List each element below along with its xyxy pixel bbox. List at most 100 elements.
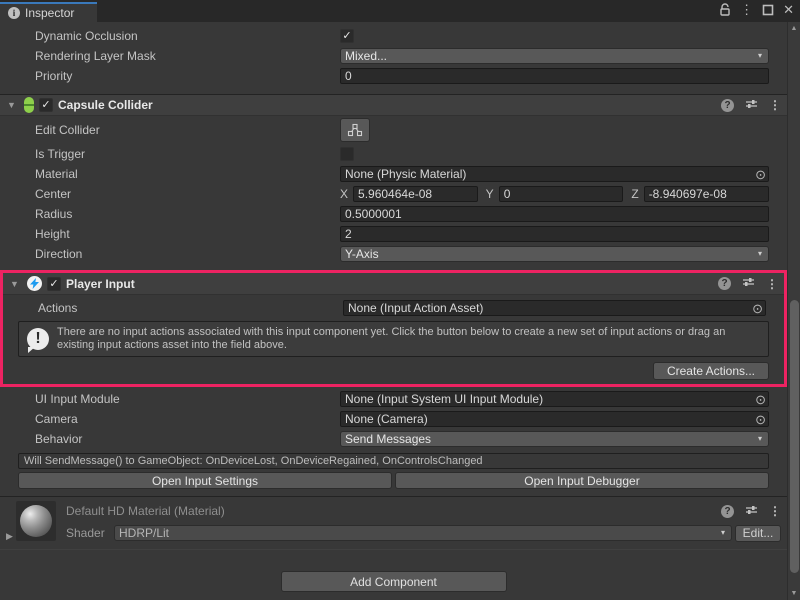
is-trigger-row: Is Trigger bbox=[0, 144, 787, 164]
center-x-input[interactable]: 5.960464e-08 bbox=[353, 186, 478, 202]
camera-label: Camera bbox=[35, 412, 340, 426]
actions-object-field[interactable]: None (Input Action Asset) ⊙ bbox=[343, 300, 766, 316]
shader-edit-button[interactable]: Edit... bbox=[735, 525, 781, 542]
capsule-collider-title: Capsule Collider bbox=[58, 98, 716, 112]
ui-input-module-label: UI Input Module bbox=[35, 392, 340, 406]
input-actions-warning-box: ! There are no input actions associated … bbox=[18, 321, 769, 357]
direction-label: Direction bbox=[35, 247, 340, 261]
rendering-layer-mask-label: Rendering Layer Mask bbox=[35, 49, 340, 63]
warning-text: There are no input actions associated wi… bbox=[57, 326, 760, 352]
tab-inspector[interactable]: i Inspector bbox=[0, 2, 97, 22]
add-component-button[interactable]: Add Component bbox=[281, 571, 507, 592]
object-picker-icon[interactable]: ⊙ bbox=[752, 302, 763, 315]
direction-dropdown[interactable]: Y-Axis ▾ bbox=[340, 246, 769, 262]
scroll-down-icon[interactable]: ▼ bbox=[788, 590, 800, 597]
material-object-field[interactable]: None (Physic Material) ⊙ bbox=[340, 166, 769, 182]
dynamic-occlusion-row: Dynamic Occlusion ✓ bbox=[0, 26, 787, 46]
axis-x-label: X bbox=[340, 187, 348, 201]
chevron-down-icon: ▾ bbox=[758, 49, 762, 63]
center-label: Center bbox=[35, 187, 340, 201]
presets-icon[interactable] bbox=[742, 276, 755, 291]
is-trigger-checkbox[interactable] bbox=[340, 147, 354, 161]
warning-icon: ! bbox=[27, 328, 49, 350]
rendering-layer-mask-row: Rendering Layer Mask Mixed... ▾ bbox=[0, 46, 787, 66]
scrollbar-thumb[interactable] bbox=[790, 300, 799, 573]
behavior-row: Behavior Send Messages ▾ bbox=[0, 429, 787, 449]
object-picker-icon[interactable]: ⊙ bbox=[755, 168, 766, 181]
material-section: Default HD Material (Material) ? ⋮ Shade… bbox=[0, 496, 787, 556]
close-icon[interactable]: ✕ bbox=[783, 3, 794, 16]
tab-label: Inspector bbox=[25, 6, 74, 20]
height-label: Height bbox=[35, 227, 340, 241]
unlock-icon[interactable] bbox=[719, 3, 731, 16]
maximize-icon[interactable] bbox=[762, 4, 774, 16]
kebab-menu-icon[interactable]: ⋮ bbox=[769, 98, 781, 112]
behavior-dropdown[interactable]: Send Messages ▾ bbox=[340, 431, 769, 447]
actions-label: Actions bbox=[38, 301, 343, 315]
dynamic-occlusion-label: Dynamic Occlusion bbox=[35, 29, 340, 43]
shader-dropdown[interactable]: HDRP/Lit ▾ bbox=[114, 525, 732, 541]
center-row: Center X5.960464e-08 Y0 Z-8.940697e-08 bbox=[0, 184, 787, 204]
edit-collider-icon bbox=[347, 123, 363, 137]
camera-object-field[interactable]: None (Camera) ⊙ bbox=[340, 411, 769, 427]
object-picker-icon[interactable]: ⊙ bbox=[755, 393, 766, 406]
capsule-collider-header[interactable]: ▼ ✓ Capsule Collider ? ⋮ bbox=[0, 94, 787, 116]
create-actions-button[interactable]: Create Actions... bbox=[653, 362, 769, 380]
chevron-down-icon: ▾ bbox=[721, 526, 725, 540]
capsule-collider-enabled-checkbox[interactable]: ✓ bbox=[39, 98, 53, 112]
object-picker-icon[interactable]: ⊙ bbox=[755, 413, 766, 426]
kebab-menu-icon[interactable]: ⋮ bbox=[740, 3, 753, 16]
rendering-layer-mask-dropdown[interactable]: Mixed... ▾ bbox=[340, 48, 769, 64]
edit-collider-label: Edit Collider bbox=[35, 123, 340, 137]
chevron-down-icon: ▾ bbox=[758, 247, 762, 261]
open-input-debugger-button[interactable]: Open Input Debugger bbox=[395, 472, 769, 489]
chevron-down-icon: ▾ bbox=[758, 432, 762, 446]
info-icon: i bbox=[8, 7, 20, 19]
kebab-menu-icon[interactable]: ⋮ bbox=[766, 277, 778, 291]
height-input[interactable]: 2 bbox=[340, 226, 769, 242]
radius-label: Radius bbox=[35, 207, 340, 221]
divider bbox=[0, 549, 787, 550]
dynamic-occlusion-checkbox[interactable]: ✓ bbox=[340, 29, 354, 43]
priority-row: Priority 0 bbox=[0, 66, 787, 86]
radius-input[interactable]: 0.5000001 bbox=[340, 206, 769, 222]
kebab-menu-icon[interactable]: ⋮ bbox=[769, 504, 781, 518]
shader-label: Shader bbox=[66, 526, 114, 540]
priority-label: Priority bbox=[35, 69, 340, 83]
edit-collider-row: Edit Collider bbox=[0, 116, 787, 144]
center-y-input[interactable]: 0 bbox=[499, 186, 624, 202]
material-label: Material bbox=[35, 167, 340, 181]
help-icon[interactable]: ? bbox=[721, 505, 734, 518]
foldout-closed-icon[interactable]: ▶ bbox=[6, 531, 13, 542]
material-title: Default HD Material (Material) bbox=[66, 504, 721, 518]
scroll-up-icon[interactable]: ▲ bbox=[788, 25, 800, 32]
material-preview-thumbnail[interactable] bbox=[16, 501, 56, 541]
actions-row: Actions None (Input Action Asset) ⊙ bbox=[3, 298, 784, 318]
player-input-icon bbox=[27, 276, 42, 291]
axis-z-label: Z bbox=[631, 187, 638, 201]
help-icon[interactable]: ? bbox=[718, 277, 731, 290]
radius-row: Radius 0.5000001 bbox=[0, 204, 787, 224]
capsule-collider-icon bbox=[24, 97, 34, 113]
help-icon[interactable]: ? bbox=[721, 99, 734, 112]
presets-icon[interactable] bbox=[745, 504, 758, 519]
vertical-scrollbar[interactable]: ▲ ▼ bbox=[787, 22, 800, 600]
camera-row: Camera None (Camera) ⊙ bbox=[0, 409, 787, 429]
player-input-header[interactable]: ▼ ✓ Player Input ? ⋮ bbox=[3, 273, 784, 295]
ui-input-module-object-field[interactable]: None (Input System UI Input Module) ⊙ bbox=[340, 391, 769, 407]
inspector-content: Dynamic Occlusion ✓ Rendering Layer Mask… bbox=[0, 22, 787, 600]
send-message-info-box: Will SendMessage() to GameObject: OnDevi… bbox=[18, 453, 769, 469]
presets-icon[interactable] bbox=[745, 98, 758, 113]
foldout-open-icon[interactable]: ▼ bbox=[7, 100, 19, 110]
foldout-open-icon[interactable]: ▼ bbox=[10, 279, 22, 289]
inspector-window: i Inspector ⋮ ✕ Dynamic Occlusion ✓ Rend… bbox=[0, 0, 800, 600]
ui-input-module-row: UI Input Module None (Input System UI In… bbox=[0, 389, 787, 409]
edit-collider-button[interactable] bbox=[340, 118, 370, 142]
player-input-title: Player Input bbox=[66, 277, 713, 291]
center-z-input[interactable]: -8.940697e-08 bbox=[644, 186, 769, 202]
player-input-enabled-checkbox[interactable]: ✓ bbox=[47, 277, 61, 291]
material-row: Material None (Physic Material) ⊙ bbox=[0, 164, 787, 184]
priority-input[interactable]: 0 bbox=[340, 68, 769, 84]
open-input-settings-button[interactable]: Open Input Settings bbox=[18, 472, 392, 489]
behavior-label: Behavior bbox=[35, 432, 340, 446]
